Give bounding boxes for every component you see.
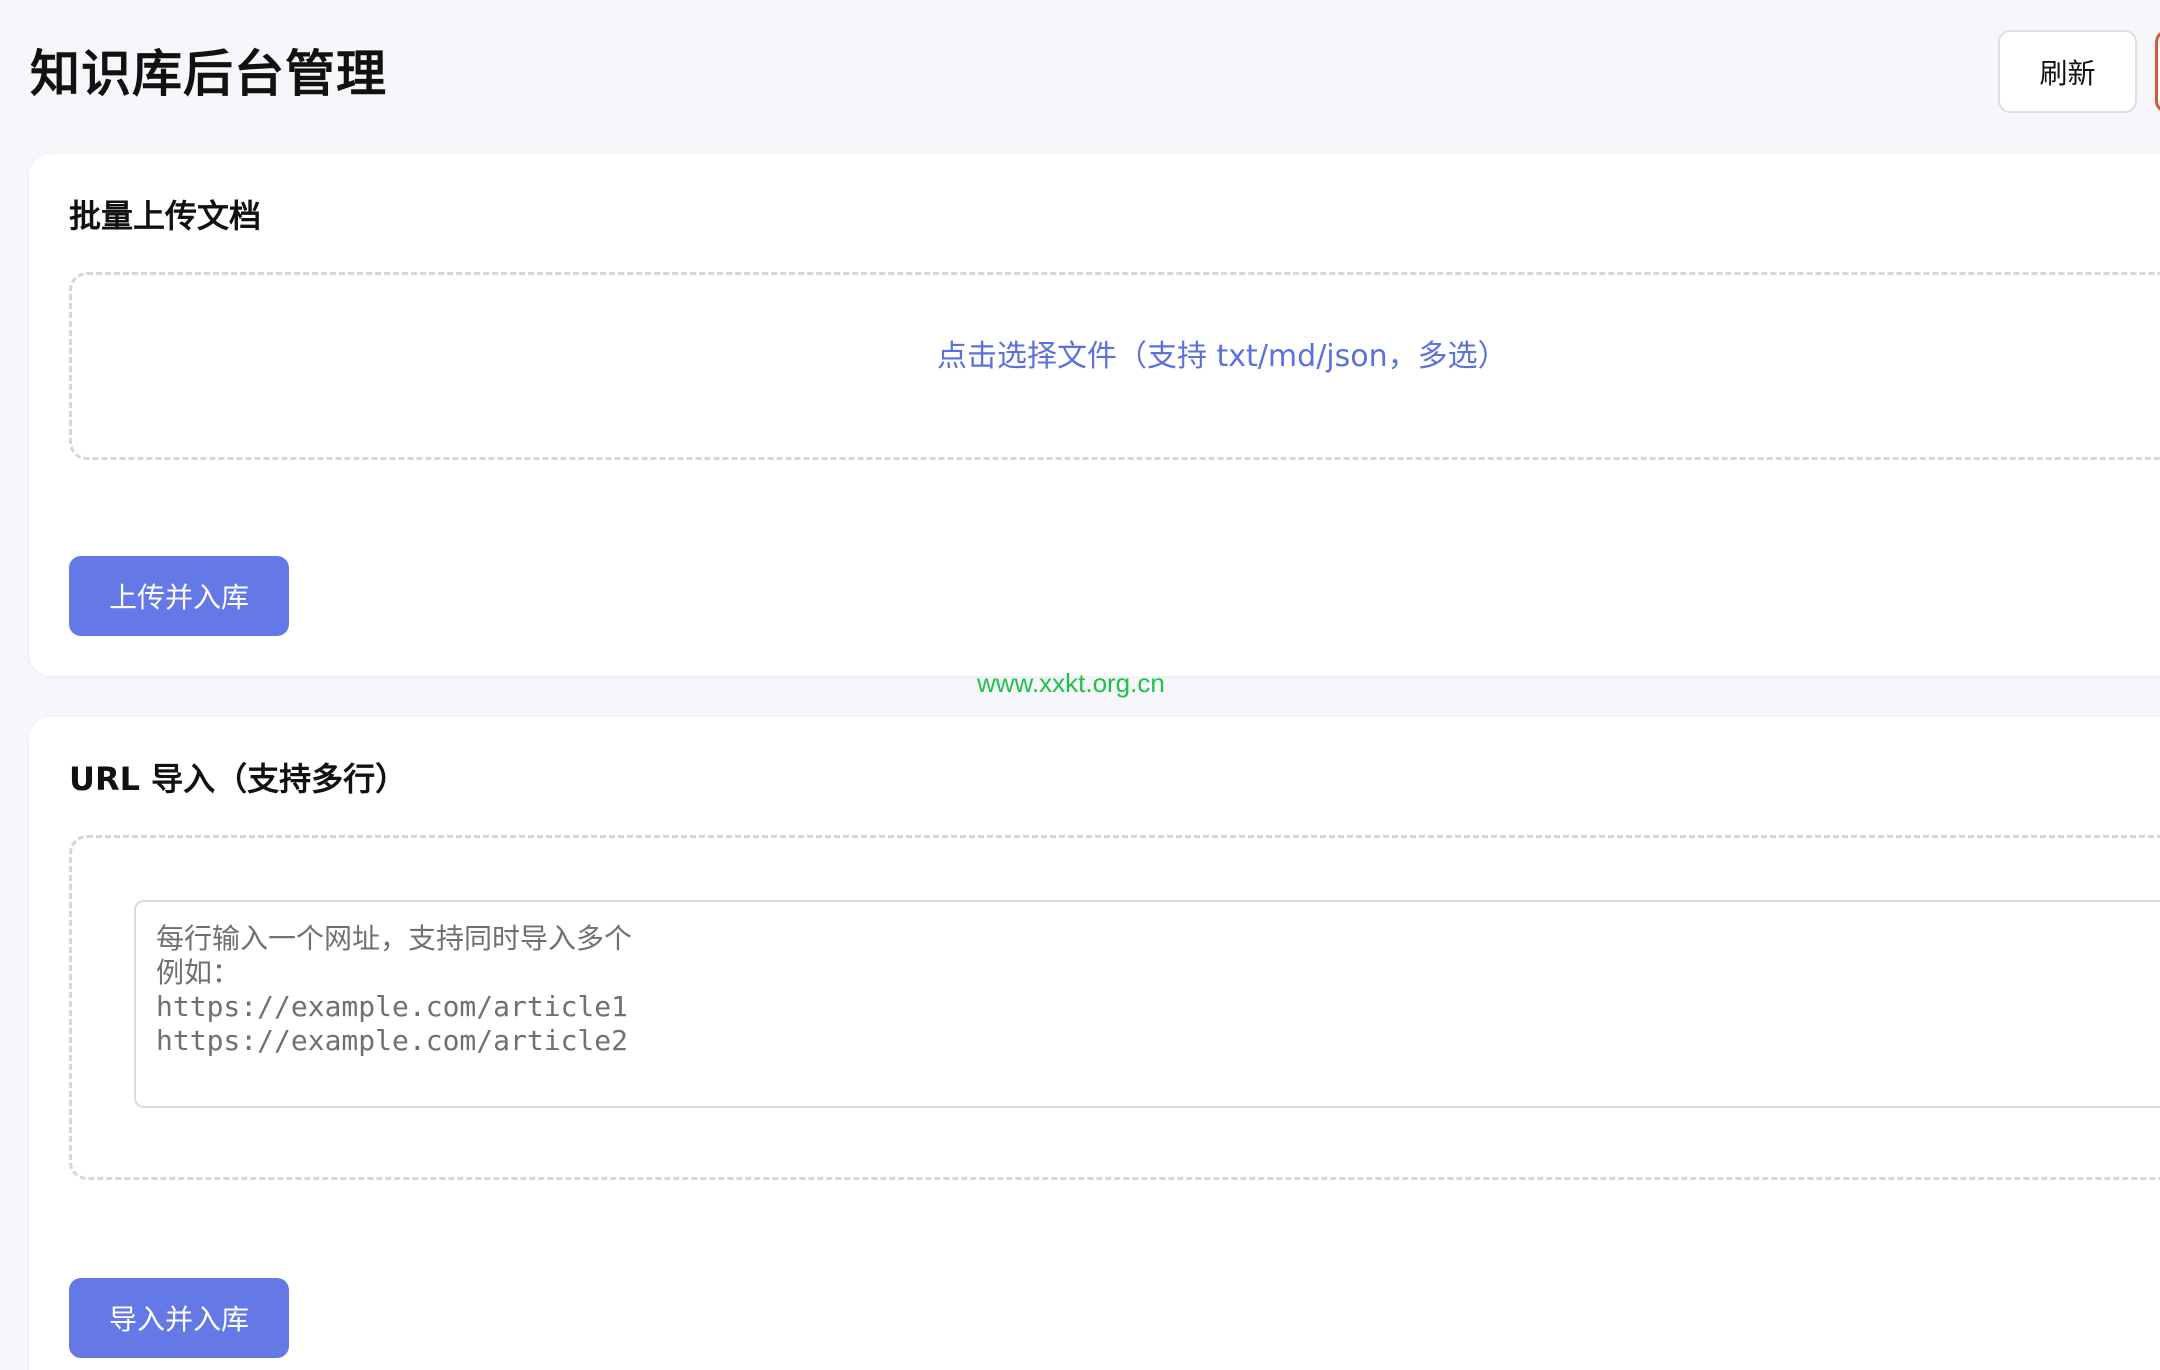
url-import-card: URL 导入（支持多行） 导入并入库 (29, 717, 2160, 1370)
url-import-submit-button[interactable]: 导入并入库 (69, 1278, 289, 1358)
header: 知识库后台管理 刷新 (0, 0, 2160, 150)
upload-submit-button[interactable]: 上传并入库 (69, 556, 289, 636)
url-input-zone (69, 835, 2160, 1180)
file-dropzone[interactable]: 点击选择文件（支持 txt/md/json，多选） (69, 272, 2160, 460)
watermark-text: www.xxkt.org.cn (977, 668, 1165, 698)
url-textarea[interactable] (134, 900, 2160, 1108)
dropzone-hint: 点击选择文件（支持 txt/md/json，多选） (937, 339, 1508, 374)
logout-button[interactable] (2155, 30, 2160, 113)
upload-card-title: 批量上传文档 (69, 197, 262, 235)
page: 知识库后台管理 刷新 批量上传文档 点击选择文件（支持 txt/md/json，… (0, 0, 2160, 1370)
page-title: 知识库后台管理 (30, 45, 387, 103)
url-import-card-title: URL 导入（支持多行） (69, 760, 408, 798)
upload-card: 批量上传文档 点击选择文件（支持 txt/md/json，多选） 上传并入库 (29, 154, 2160, 676)
refresh-button[interactable]: 刷新 (1998, 30, 2137, 113)
